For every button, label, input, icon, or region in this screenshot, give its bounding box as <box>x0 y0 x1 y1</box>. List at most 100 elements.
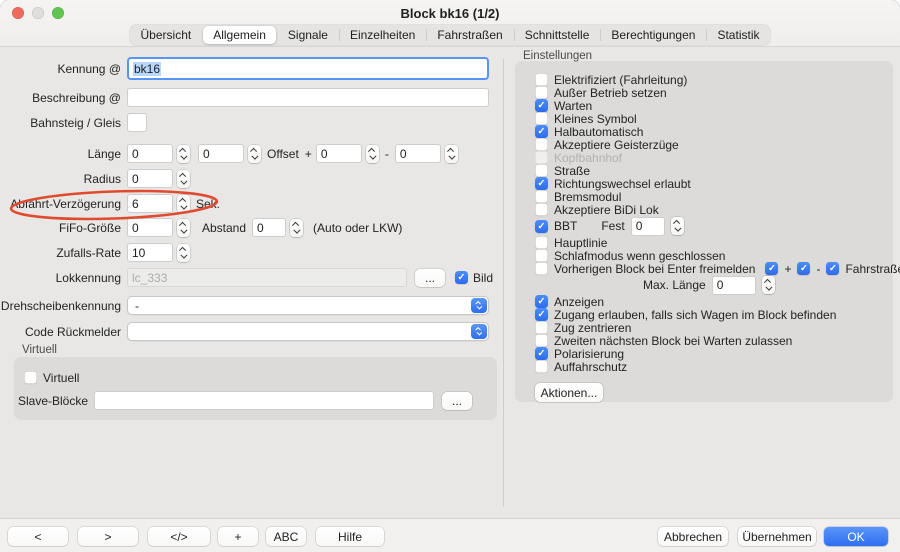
tab-uebersicht[interactable]: Übersicht <box>130 25 203 45</box>
offset-minus-stepper[interactable] <box>445 145 458 163</box>
tab-schnittstelle[interactable]: Schnittstelle <box>514 25 601 45</box>
fifo-input[interactable]: 0 <box>127 218 173 237</box>
freimelden-minus-checkbox[interactable] <box>797 262 810 275</box>
bahnsteig-input[interactable] <box>127 113 147 132</box>
checkbox[interactable] <box>535 99 548 112</box>
checkbox-row-bremsmodul[interactable]: Bremsmodul <box>535 190 893 203</box>
checkbox-row-kleines-symbol[interactable]: Kleines Symbol <box>535 112 893 125</box>
slave-bloecke-browse-button[interactable]: ... <box>442 392 472 410</box>
hilfe-button[interactable]: Hilfe <box>316 527 384 546</box>
max-laenge-value: 0 <box>717 278 724 292</box>
tab-fahrstrassen[interactable]: Fahrstraßen <box>426 25 513 45</box>
checkbox-row-zug-zentrieren[interactable]: Zug zentrieren <box>535 321 893 334</box>
bbt-checkbox[interactable] <box>535 220 548 233</box>
max-laenge-stepper[interactable] <box>762 276 775 294</box>
checkbox[interactable] <box>535 112 548 125</box>
drehscheibenkennung-select[interactable]: - <box>127 296 489 315</box>
checkbox-row-elektrifiziert[interactable]: Elektrifiziert (Fahrleitung) <box>535 73 893 86</box>
checkbox-row-warten[interactable]: Warten <box>535 99 893 112</box>
vorherigen-block-checkbox[interactable] <box>535 262 548 275</box>
checkbox-row-zugang-erlauben[interactable]: Zugang erlauben, falls sich Wagen im Blo… <box>535 308 893 321</box>
kennung-row: Kennung @ bk16 <box>0 57 489 80</box>
checkbox[interactable] <box>535 295 548 308</box>
bild-checkbox[interactable] <box>455 271 468 284</box>
checkbox-row-hauptlinie[interactable]: Hauptlinie <box>535 236 893 249</box>
checkbox-row-halbautomatisch[interactable]: Halbautomatisch <box>535 125 893 138</box>
offset-minus-input[interactable]: 0 <box>395 144 441 163</box>
checkbox[interactable] <box>535 308 548 321</box>
lokkennung-value: lc_333 <box>132 271 167 285</box>
kennung-input[interactable]: bk16 <box>127 57 489 80</box>
checkbox[interactable] <box>535 164 548 177</box>
code-rueckmelder-select[interactable] <box>127 322 489 341</box>
einstellungen-pane: Einstellungen Elektrifiziert (Fahrleitun… <box>513 47 900 518</box>
radius-stepper[interactable] <box>177 170 190 188</box>
tab-einzelheiten[interactable]: Einzelheiten <box>339 25 426 45</box>
checkbox-row-zweiten-block[interactable]: Zweiten nächsten Block bei Warten zulass… <box>535 334 893 347</box>
checkbox-row-ausser-betrieb[interactable]: Außer Betrieb setzen <box>535 86 893 99</box>
nav-back-button[interactable]: < <box>8 527 68 546</box>
checkbox-row-polarisierung[interactable]: Polarisierung <box>535 347 893 360</box>
offset-plus-stepper[interactable] <box>366 145 379 163</box>
checkbox-row-strasse[interactable]: Straße <box>535 164 893 177</box>
checkbox-row-anzeigen[interactable]: Anzeigen <box>535 295 893 308</box>
abstand-input[interactable]: 0 <box>252 218 286 237</box>
fahrstrasse-checkbox[interactable] <box>826 262 839 275</box>
checkbox-row-bidi-lok[interactable]: Akzeptiere BiDi Lok <box>535 203 893 216</box>
laenge-input-1[interactable]: 0 <box>127 144 173 163</box>
checkbox[interactable] <box>535 236 548 249</box>
fifo-value: 0 <box>132 221 139 235</box>
abfahrt-verzoegerung-input[interactable]: 6 <box>127 194 173 213</box>
checkbox[interactable] <box>535 321 548 334</box>
ok-button[interactable]: OK <box>824 527 888 546</box>
uebernehmen-button[interactable]: Übernehmen <box>738 527 816 546</box>
xml-button[interactable]: </> <box>148 527 210 546</box>
laenge-input-2[interactable]: 0 <box>198 144 244 163</box>
zufalls-rate-input[interactable]: 10 <box>127 243 173 262</box>
abbrechen-button[interactable]: Abbrechen <box>658 527 728 546</box>
abfahrt-verzoegerung-stepper[interactable] <box>177 195 190 213</box>
virtuell-checkbox[interactable] <box>24 371 37 384</box>
checkbox[interactable] <box>535 73 548 86</box>
abfahrt-verzoegerung-value: 6 <box>132 197 139 211</box>
checkbox-row-schlafmodus[interactable]: Schlafmodus wenn geschlossen <box>535 249 893 262</box>
checkbox[interactable] <box>535 347 548 360</box>
lokkennung-browse-button[interactable]: ... <box>415 269 445 287</box>
bbt-fest-stepper[interactable] <box>671 217 684 235</box>
tab-signale[interactable]: Signale <box>277 25 339 45</box>
add-button[interactable]: + <box>218 527 258 546</box>
zufalls-rate-stepper[interactable] <box>177 244 190 262</box>
freimelden-plus-checkbox[interactable] <box>765 262 778 275</box>
beschreibung-input[interactable] <box>127 88 489 107</box>
checkbox-row-auffahrschutz[interactable]: Auffahrschutz <box>535 360 893 373</box>
checkbox[interactable] <box>535 86 548 99</box>
abstand-stepper[interactable] <box>290 219 303 237</box>
checkbox[interactable] <box>535 249 548 262</box>
tab-statistik[interactable]: Statistik <box>706 25 770 45</box>
fifo-stepper[interactable] <box>177 219 190 237</box>
code-rueckmelder-row: Code Rückmelder <box>0 322 489 341</box>
virtuell-checkbox-row: Virtuell <box>24 368 79 387</box>
offset-plus-input[interactable]: 0 <box>316 144 362 163</box>
checkbox-row-kopfbahnhof: Kopfbahnhof <box>535 151 893 164</box>
checkbox-row-geisterzuege[interactable]: Akzeptiere Geisterzüge <box>535 138 893 151</box>
checkbox[interactable] <box>535 138 548 151</box>
bbt-fest-input[interactable]: 0 <box>631 217 665 236</box>
abc-button[interactable]: ABC <box>266 527 306 546</box>
aktionen-button[interactable]: Aktionen... <box>535 383 603 402</box>
checkbox[interactable] <box>535 177 548 190</box>
checkbox[interactable] <box>535 125 548 138</box>
radius-input[interactable]: 0 <box>127 169 173 188</box>
tab-berechtigungen[interactable]: Berechtigungen <box>600 25 706 45</box>
tab-allgemein[interactable]: Allgemein <box>203 26 276 44</box>
checkbox[interactable] <box>535 334 548 347</box>
checkbox[interactable] <box>535 360 548 373</box>
laenge-stepper-2[interactable] <box>248 145 261 163</box>
laenge-stepper-1[interactable] <box>177 145 190 163</box>
max-laenge-input[interactable]: 0 <box>712 276 756 295</box>
checkbox[interactable] <box>535 190 548 203</box>
checkbox[interactable] <box>535 203 548 216</box>
checkbox-row-richtungswechsel[interactable]: Richtungswechsel erlaubt <box>535 177 893 190</box>
slave-bloecke-input[interactable] <box>94 391 434 410</box>
nav-forward-button[interactable]: > <box>78 527 138 546</box>
